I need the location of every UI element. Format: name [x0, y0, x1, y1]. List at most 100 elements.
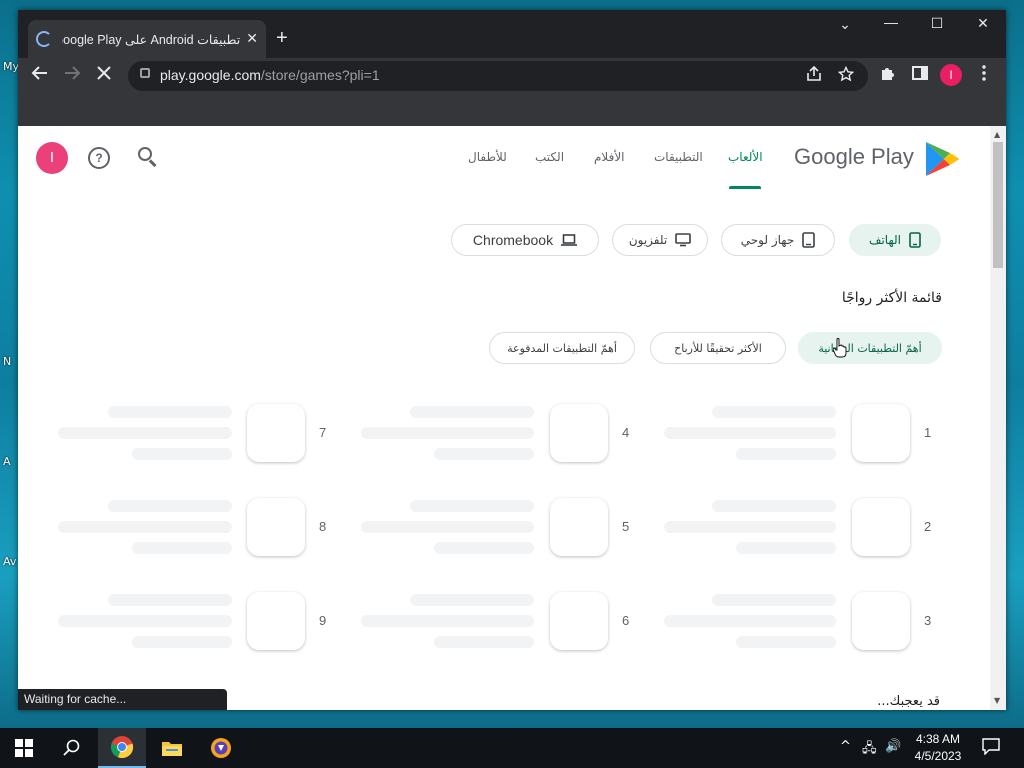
- nav-books[interactable]: الكتب: [535, 150, 564, 164]
- rating-skeleton: [736, 542, 836, 554]
- network-icon[interactable]: 🖧: [862, 739, 877, 761]
- app-icon-placeholder[interactable]: [550, 592, 608, 650]
- nav-games[interactable]: الألعاب: [728, 150, 763, 164]
- nav-movies[interactable]: الأفلام: [594, 150, 625, 164]
- stop-loading-icon[interactable]: [92, 64, 116, 88]
- title-skeleton: [712, 406, 836, 418]
- page-scrollbar[interactable]: ▲ ▼: [990, 126, 1006, 710]
- app-icon-placeholder[interactable]: [247, 404, 305, 462]
- side-panel-icon[interactable]: [908, 64, 932, 88]
- browser-shield-icon: [211, 738, 231, 758]
- start-button[interactable]: [0, 728, 48, 768]
- extensions-puzzle-icon[interactable]: [876, 64, 900, 88]
- browser-profile-avatar[interactable]: I: [940, 64, 962, 86]
- bookmarks-bar: [18, 94, 1006, 126]
- rating-skeleton: [132, 448, 232, 460]
- scrollbar-thumb[interactable]: [993, 142, 1003, 268]
- bookmark-star-icon[interactable]: [837, 65, 855, 86]
- loading-spinner-icon: [36, 31, 52, 47]
- browser-menu-icon[interactable]: [972, 64, 996, 88]
- desktop-icon-label[interactable]: My: [3, 60, 19, 73]
- tab-close-icon[interactable]: ✕: [246, 31, 258, 47]
- browser-toolbar: play.google.com/store/games?pli=1: [18, 58, 1006, 94]
- rank-number: 9: [319, 613, 327, 628]
- url-text[interactable]: play.google.com/store/games?pli=1: [160, 67, 380, 83]
- search-icon[interactable]: [138, 147, 160, 169]
- maximize-button[interactable]: ☐: [914, 15, 960, 32]
- device-chip-tv[interactable]: تلفزيون: [612, 224, 708, 256]
- taskbar-clock[interactable]: 4:38 AM 4/5/2023: [905, 731, 971, 765]
- taskbar-chrome-button[interactable]: [98, 728, 146, 768]
- rating-skeleton: [132, 636, 232, 648]
- app-icon-placeholder[interactable]: [852, 592, 910, 650]
- taskbar-file-explorer-button[interactable]: [148, 728, 196, 768]
- title-skeleton: [108, 406, 232, 418]
- hand-cursor-icon: [833, 338, 847, 358]
- chart-chip-top-paid[interactable]: أهمّ التطبيقات المدفوعة: [489, 332, 635, 364]
- device-chip-phone[interactable]: الهاتف: [849, 224, 941, 256]
- app-icon-placeholder[interactable]: [247, 498, 305, 556]
- rank-number: 4: [622, 425, 630, 440]
- google-play-logo-text[interactable]: Google Play: [794, 144, 914, 170]
- status-bubble: Waiting for cache...: [18, 689, 227, 710]
- rating-skeleton: [434, 448, 534, 460]
- nav-kids[interactable]: للأطفال: [468, 150, 507, 164]
- play-store-page: I ? الألعاب التطبيقات الأفلام الكتب للأط…: [18, 126, 990, 710]
- search-icon: [63, 739, 80, 756]
- tab-title: تطبيقات Android على Google Play: [62, 32, 241, 47]
- notification-center-icon[interactable]: [982, 737, 1000, 759]
- chart-chip-top-grossing[interactable]: الأكثر تحقيقًا للأرباح: [650, 332, 786, 364]
- app-icon-placeholder[interactable]: [550, 404, 608, 462]
- title-skeleton: [410, 406, 534, 418]
- scroll-up-arrow-icon[interactable]: ▲: [994, 130, 1000, 139]
- desktop-icon-label[interactable]: N: [3, 355, 11, 368]
- scroll-down-arrow-icon[interactable]: ▼: [994, 696, 1000, 705]
- subtitle-skeleton: [361, 615, 534, 627]
- title-skeleton: [712, 500, 836, 512]
- account-avatar[interactable]: I: [36, 142, 68, 174]
- windows-taskbar: ^ 🖧 🔊 4:38 AM 4/5/2023: [0, 728, 1024, 768]
- rank-number: 5: [622, 519, 630, 534]
- desktop-icon-label[interactable]: A: [3, 455, 11, 468]
- address-bar[interactable]: play.google.com/store/games?pli=1: [128, 61, 868, 91]
- device-chip-chromebook[interactable]: Chromebook: [451, 224, 599, 256]
- chart-chip-top-free[interactable]: أهمّ التطبيقات المجانية: [798, 332, 942, 364]
- tray-chevron-icon[interactable]: ^: [840, 739, 851, 754]
- tab-search-button[interactable]: ⌄: [822, 16, 868, 33]
- app-icon-placeholder[interactable]: [550, 498, 608, 556]
- browser-tab[interactable]: تطبيقات Android على Google Play ✕: [28, 20, 266, 58]
- taskbar-brave-button[interactable]: [197, 728, 245, 768]
- rank-number: 1: [924, 425, 932, 440]
- app-icon-placeholder[interactable]: [247, 592, 305, 650]
- app-icon-placeholder[interactable]: [852, 404, 910, 462]
- google-play-logo-icon[interactable]: [924, 140, 960, 178]
- subtitle-skeleton: [361, 427, 534, 439]
- subtitle-skeleton: [58, 615, 232, 627]
- subtitle-skeleton: [664, 615, 836, 627]
- rating-skeleton: [736, 448, 836, 460]
- app-icon-placeholder[interactable]: [852, 498, 910, 556]
- subtitle-skeleton: [664, 521, 836, 533]
- rank-number: 3: [924, 613, 932, 628]
- desktop-icon-label[interactable]: Av: [3, 555, 16, 568]
- taskbar-search-button[interactable]: [48, 728, 96, 768]
- title-skeleton: [410, 500, 534, 512]
- play-header: I ? الألعاب التطبيقات الأفلام الكتب للأط…: [18, 126, 990, 190]
- volume-icon[interactable]: 🔊: [885, 739, 901, 754]
- close-window-button[interactable]: ✕: [960, 15, 1006, 32]
- share-icon[interactable]: [806, 65, 822, 86]
- minimize-button[interactable]: —: [868, 14, 914, 30]
- rating-skeleton: [132, 542, 232, 554]
- next-section-title: قد يعجبك...: [877, 694, 940, 709]
- new-tab-button[interactable]: +: [276, 28, 288, 48]
- section-title: قائمة الأكثر رواجًا: [841, 290, 942, 306]
- help-icon[interactable]: ?: [88, 147, 110, 169]
- rating-skeleton: [434, 542, 534, 554]
- forward-arrow-icon[interactable]: [60, 64, 84, 88]
- lock-icon[interactable]: [140, 68, 150, 78]
- windows-logo-icon: [15, 739, 33, 757]
- device-chip-tablet[interactable]: جهاز لوحي: [721, 224, 835, 256]
- nav-apps[interactable]: التطبيقات: [654, 150, 703, 164]
- clock-time: 4:38 AM: [915, 732, 961, 746]
- back-arrow-icon[interactable]: [28, 64, 52, 88]
